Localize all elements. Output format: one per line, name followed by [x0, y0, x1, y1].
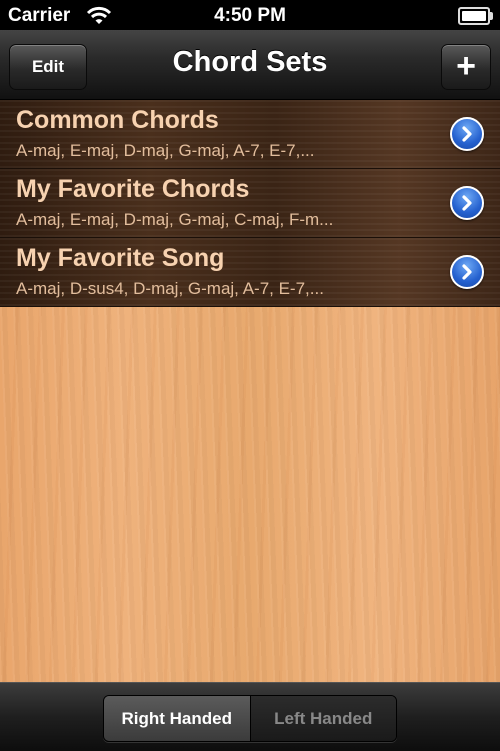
chord-set-name: My Favorite Song — [16, 244, 225, 272]
chord-set-name: Common Chords — [16, 106, 219, 134]
left-handed-segment[interactable]: Left Handed — [250, 696, 396, 741]
handedness-segmented-control: Right Handed Left Handed — [103, 695, 397, 742]
status-time: 4:50 PM — [214, 5, 286, 26]
battery-icon — [458, 7, 493, 25]
right-handed-segment[interactable]: Right Handed — [104, 696, 251, 741]
chord-set-row[interactable]: My Favorite Song A-maj, D-sus4, D-maj, G… — [0, 238, 500, 307]
page-title: Chord Sets — [172, 46, 328, 78]
wood-content-area: Common Chords A-maj, E-maj, D-maj, G-maj… — [0, 100, 500, 682]
add-chord-set-button[interactable]: + — [441, 44, 491, 90]
chord-set-row[interactable]: My Favorite Chords A-maj, E-maj, D-maj, … — [0, 169, 500, 238]
detail-disclosure-icon[interactable] — [450, 186, 484, 220]
navigation-bar: Edit Chord Sets + — [0, 30, 500, 100]
chord-set-chords: A-maj, E-maj, D-maj, G-maj, A-7, E-7,... — [16, 141, 315, 160]
chord-set-list: Common Chords A-maj, E-maj, D-maj, G-maj… — [0, 100, 500, 307]
detail-disclosure-icon[interactable] — [450, 117, 484, 151]
status-bar: Carrier 4:50 PM — [0, 0, 500, 30]
bottom-toolbar: Right Handed Left Handed — [0, 682, 500, 751]
chord-set-row[interactable]: Common Chords A-maj, E-maj, D-maj, G-maj… — [0, 100, 500, 169]
chord-set-chords: A-maj, D-sus4, D-maj, G-maj, A-7, E-7,..… — [16, 279, 324, 298]
chord-set-chords: A-maj, E-maj, D-maj, G-maj, C-maj, F-m..… — [16, 210, 334, 229]
detail-disclosure-icon[interactable] — [450, 255, 484, 289]
chord-set-name: My Favorite Chords — [16, 175, 250, 203]
